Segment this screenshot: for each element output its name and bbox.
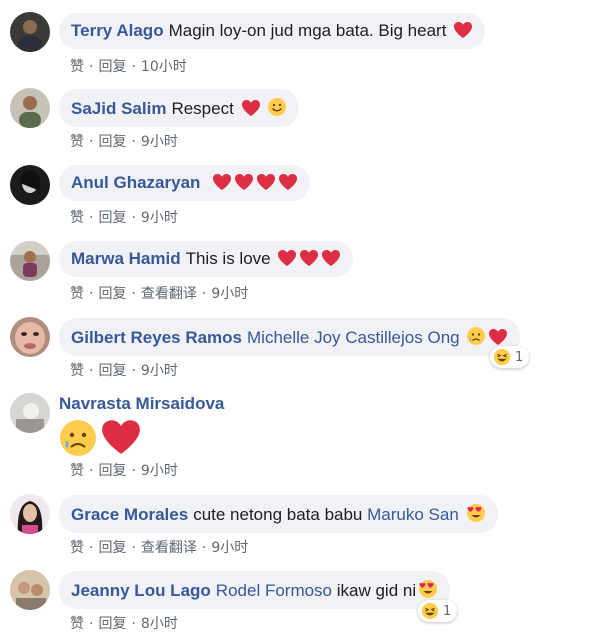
timestamp-link[interactable]: 9小时 bbox=[141, 134, 178, 150]
heart-emoji-icon bbox=[277, 249, 297, 267]
comment-author[interactable]: Marwa Hamid bbox=[71, 249, 181, 268]
like-link[interactable]: 赞 bbox=[70, 286, 84, 302]
comment-text: Respect bbox=[171, 99, 234, 118]
avatar[interactable] bbox=[10, 317, 50, 357]
like-link[interactable]: 赞 bbox=[70, 210, 84, 226]
comment-author[interactable]: Gilbert Reyes Ramos bbox=[71, 328, 242, 347]
avatar[interactable] bbox=[10, 393, 50, 433]
heart-emoji-icon bbox=[241, 99, 261, 117]
comment-actions: 赞 · 回复 · 9小时 bbox=[70, 463, 178, 479]
like-link[interactable]: 赞 bbox=[70, 463, 84, 479]
reply-link[interactable]: 回复 bbox=[98, 286, 126, 302]
like-link[interactable]: 赞 bbox=[70, 540, 84, 556]
reply-link[interactable]: 回复 bbox=[98, 540, 126, 556]
reply-link[interactable]: 回复 bbox=[98, 134, 126, 150]
timestamp-link[interactable]: 9小时 bbox=[141, 463, 178, 479]
reaction-badge[interactable]: 1 bbox=[490, 346, 530, 368]
reply-link[interactable]: 回复 bbox=[98, 59, 126, 75]
heart-emoji-icon bbox=[453, 21, 473, 39]
heart-emoji-icon bbox=[212, 173, 232, 191]
comment-bubble: Anul Ghazaryan bbox=[59, 165, 311, 201]
laughing-emoji-icon bbox=[493, 348, 511, 366]
comment-actions: 赞 · 回复 · 查看翻译 · 9小时 bbox=[70, 286, 249, 302]
heart-emoji-icon bbox=[100, 418, 142, 463]
heart-eyes-emoji-icon bbox=[466, 503, 486, 523]
comment-author[interactable]: Navrasta Mirsaidova bbox=[59, 394, 224, 413]
timestamp-link[interactable]: 9小时 bbox=[211, 540, 248, 556]
like-link[interactable]: 赞 bbox=[70, 363, 84, 379]
timestamp-link[interactable]: 9小时 bbox=[141, 210, 178, 226]
comment-author[interactable]: Jeanny Lou Lago bbox=[71, 581, 211, 600]
see-translation-link[interactable]: 查看翻译 bbox=[141, 540, 197, 556]
mention-link[interactable]: Maruko San bbox=[367, 505, 459, 524]
comment-actions: 赞 · 回复 · 9小时 bbox=[70, 363, 178, 379]
avatar[interactable] bbox=[10, 12, 50, 52]
avatar[interactable] bbox=[10, 494, 50, 534]
timestamp-link[interactable]: 10小时 bbox=[141, 59, 187, 75]
comment-text: Magin loy-on jud mga bata. Big heart bbox=[168, 21, 447, 40]
comment-text: ikaw gid ni bbox=[336, 581, 417, 600]
sad-tear-emoji-icon bbox=[466, 326, 486, 346]
mention-link[interactable]: Rodel Formoso bbox=[216, 581, 332, 600]
avatar[interactable] bbox=[10, 165, 50, 205]
comment-actions: 赞 · 回复 · 9小时 bbox=[70, 210, 178, 226]
heart-emoji-icon bbox=[278, 173, 298, 191]
smile-emoji-icon bbox=[267, 97, 287, 117]
comment-bubble: Grace Morales cute netong bata babu Maruk… bbox=[59, 495, 498, 533]
reply-link[interactable]: 回复 bbox=[98, 616, 126, 632]
comment-actions: 赞 · 回复 · 9小时 bbox=[70, 134, 178, 150]
comment-author[interactable]: Anul Ghazaryan bbox=[71, 173, 200, 192]
large-emoji-row bbox=[58, 418, 142, 463]
heart-emoji-icon bbox=[234, 173, 254, 191]
reaction-count: 1 bbox=[515, 349, 524, 365]
timestamp-link[interactable]: 8小时 bbox=[141, 616, 178, 632]
laughing-emoji-icon bbox=[421, 602, 439, 620]
comment-bubble: Terry Alago Magin loy-on jud mga bata. Bi… bbox=[59, 13, 486, 49]
comment-author[interactable]: Grace Morales bbox=[71, 505, 188, 524]
comment-bubble: SaJid Salim Respect bbox=[59, 89, 300, 127]
comment-actions: 赞 · 回复 · 10小时 bbox=[70, 59, 187, 75]
heart-emoji-icon bbox=[321, 249, 341, 267]
comment-author[interactable]: Terry Alago bbox=[71, 21, 164, 40]
reply-link[interactable]: 回复 bbox=[98, 463, 126, 479]
like-link[interactable]: 赞 bbox=[70, 59, 84, 75]
reaction-badge[interactable]: 1 bbox=[418, 600, 458, 622]
comment-actions: 赞 · 回复 · 8小时 bbox=[70, 616, 178, 632]
like-link[interactable]: 赞 bbox=[70, 616, 84, 632]
avatar[interactable] bbox=[10, 570, 50, 610]
comment-text: This is love bbox=[185, 249, 271, 268]
mention-link[interactable]: Michelle Joy Castillejos Ong bbox=[247, 328, 460, 347]
comment-author-line: Navrasta Mirsaidova bbox=[59, 394, 229, 414]
reply-link[interactable]: 回复 bbox=[98, 363, 126, 379]
heart-emoji-icon bbox=[256, 173, 276, 191]
heart-emoji-icon bbox=[299, 249, 319, 267]
avatar[interactable] bbox=[10, 88, 50, 128]
heart-eyes-emoji-icon bbox=[418, 579, 438, 599]
timestamp-link[interactable]: 9小时 bbox=[211, 286, 248, 302]
avatar[interactable] bbox=[10, 241, 50, 281]
comment-text: cute netong bata babu bbox=[193, 505, 363, 524]
sad-tear-emoji-icon bbox=[58, 418, 98, 463]
timestamp-link[interactable]: 9小时 bbox=[141, 363, 178, 379]
reaction-count: 1 bbox=[443, 603, 452, 619]
see-translation-link[interactable]: 查看翻译 bbox=[141, 286, 197, 302]
comment-bubble: Jeanny Lou Lago Rodel Formoso ikaw gid ni bbox=[59, 571, 451, 609]
like-link[interactable]: 赞 bbox=[70, 134, 84, 150]
heart-emoji-icon bbox=[488, 328, 508, 346]
reply-link[interactable]: 回复 bbox=[98, 210, 126, 226]
comment-bubble: Marwa Hamid This is love bbox=[59, 241, 354, 277]
comment-author[interactable]: SaJid Salim bbox=[71, 99, 166, 118]
comment-actions: 赞 · 回复 · 查看翻译 · 9小时 bbox=[70, 540, 249, 556]
comment-bubble: Gilbert Reyes Ramos Michelle Joy Castille… bbox=[59, 318, 521, 356]
